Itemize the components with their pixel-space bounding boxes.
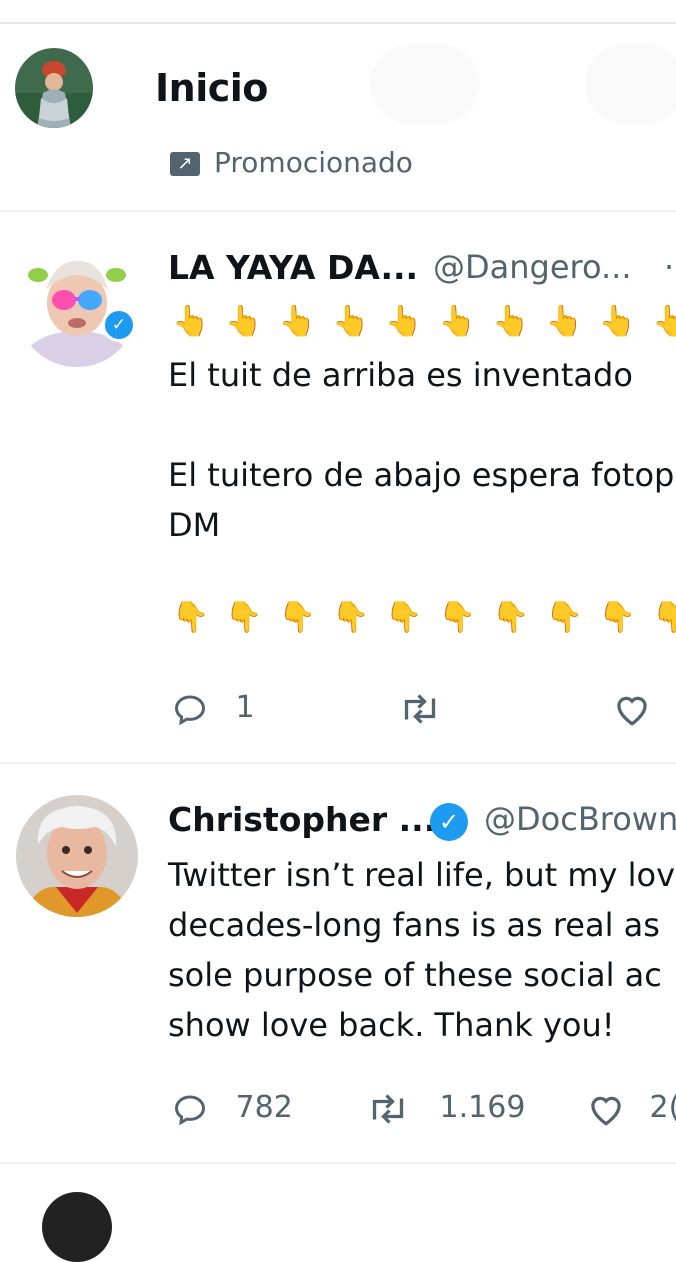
retweet-icon	[404, 693, 436, 724]
header-blur	[585, 44, 676, 124]
page-title: Inicio	[155, 66, 268, 110]
divider	[0, 1162, 676, 1164]
tweet-author-name[interactable]: LA YAYA DA...	[168, 248, 418, 287]
tweet-meta-dot: ·	[664, 248, 675, 286]
reply-count: 1	[235, 690, 255, 725]
heart-icon	[591, 1096, 621, 1126]
reply-button[interactable]: 782	[172, 1090, 293, 1127]
retweet-icon	[372, 1093, 404, 1124]
like-button[interactable]: 2(	[586, 1090, 676, 1127]
reply-count: 782	[235, 1090, 293, 1125]
divider	[0, 762, 676, 764]
header-blur	[370, 44, 480, 124]
tweet-author-handle[interactable]: @Dangero...	[433, 248, 632, 286]
reply-icon	[174, 1094, 206, 1125]
verified-badge-icon: ✓	[102, 308, 136, 342]
header-bar	[0, 24, 676, 154]
retweet-button[interactable]	[398, 690, 442, 727]
promoted-icon: ↗	[170, 152, 200, 176]
tweet-author-name[interactable]: Christopher ...	[168, 800, 436, 839]
tweet-avatar[interactable]	[16, 245, 138, 367]
tweet-emoji-up: 👆👆👆👆👆👆👆👆👆👆	[172, 304, 676, 339]
tweet-text: Twitter isn’t real life, but my lov deca…	[168, 856, 676, 1044]
reply-button[interactable]: 1	[172, 690, 255, 727]
verified-badge-icon: ✓	[430, 803, 468, 841]
tweet-avatar[interactable]	[16, 795, 138, 917]
heart-icon	[617, 696, 647, 726]
profile-avatar[interactable]	[15, 48, 93, 128]
tweet-avatar[interactable]	[42, 1192, 112, 1262]
tweet-text: El tuit de arriba es inventado El tuiter…	[168, 356, 675, 544]
retweet-button[interactable]: 1.169	[366, 1090, 525, 1127]
like-count: 2(	[649, 1090, 676, 1125]
tweet-author-handle[interactable]: @DocBrown	[484, 800, 676, 838]
promoted-label: ↗ Promocionado	[170, 146, 413, 176]
divider	[0, 210, 676, 212]
tweet-emoji-down: 👇👇👇👇👇👇👇👇👇👇	[172, 600, 676, 635]
retweet-count: 1.169	[439, 1090, 526, 1125]
reply-icon	[174, 694, 206, 725]
like-button[interactable]	[612, 690, 652, 727]
